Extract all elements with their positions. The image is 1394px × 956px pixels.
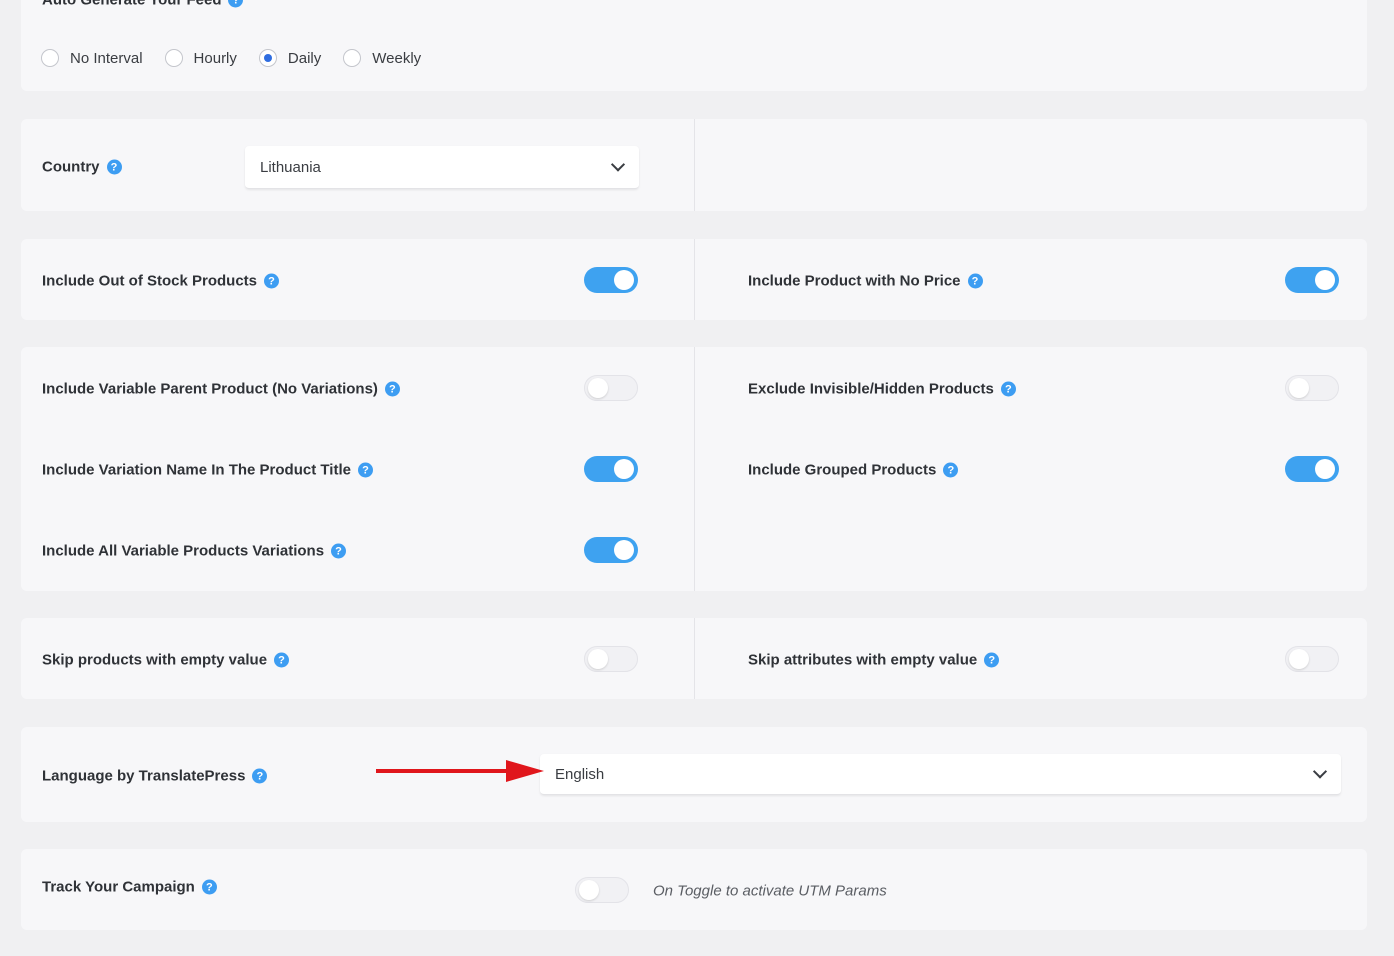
out-of-stock-toggle[interactable]	[584, 267, 638, 293]
country-card: Country ? Lithuania	[21, 119, 1367, 211]
help-icon[interactable]: ?	[384, 381, 400, 397]
skip-products-label: Skip products with empty value ?	[42, 652, 290, 669]
campaign-card: Track Your Campaign ? On Toggle to activ…	[21, 849, 1367, 930]
radio-circle[interactable]	[343, 49, 362, 67]
grouped-products-label: Include Grouped Products ?	[748, 462, 959, 479]
help-icon[interactable]: ?	[201, 879, 217, 895]
toggle-knob	[614, 459, 634, 479]
no-price-toggle[interactable]	[1285, 267, 1339, 293]
country-select[interactable]: Lithuania	[245, 146, 639, 189]
variable-parent-label: Include Variable Parent Product (No Vari…	[42, 381, 400, 398]
toggle-knob	[614, 270, 634, 290]
toggle-knob	[1289, 649, 1309, 669]
chevron-down-icon	[610, 157, 626, 172]
country-label: Country ?	[42, 159, 122, 176]
exclude-hidden-label: Exclude Invisible/Hidden Products ?	[748, 381, 1016, 398]
column-divider	[694, 119, 695, 211]
interval-radio-group: No Interval Hourly Daily Weekly	[41, 49, 443, 67]
help-icon[interactable]: ?	[967, 273, 983, 289]
radio-no-interval[interactable]: No Interval	[41, 49, 143, 67]
help-icon[interactable]: ?	[274, 652, 290, 668]
help-icon[interactable]: ?	[252, 768, 268, 784]
empty-values-card: Skip products with empty value ? Skip at…	[21, 618, 1367, 699]
track-campaign-toggle[interactable]	[575, 877, 629, 903]
exclude-hidden-toggle[interactable]	[1285, 375, 1339, 401]
toggle-knob	[1315, 459, 1335, 479]
column-divider	[694, 347, 695, 591]
radio-circle-checked[interactable]	[258, 49, 277, 67]
skip-products-toggle[interactable]	[584, 646, 638, 672]
language-label: Language by TranslatePress ?	[42, 768, 268, 785]
stock-price-card: Include Out of Stock Products ? Include …	[21, 239, 1367, 320]
help-icon[interactable]: ?	[264, 273, 280, 289]
language-card: Language by TranslatePress ? English	[21, 727, 1367, 822]
variable-parent-toggle[interactable]	[584, 375, 638, 401]
help-icon[interactable]: ?	[984, 652, 1000, 668]
toggle-knob	[588, 378, 608, 398]
toggle-knob	[1289, 378, 1309, 398]
grouped-products-toggle[interactable]	[1285, 456, 1339, 482]
radio-hourly[interactable]: Hourly	[164, 49, 237, 67]
column-divider	[694, 618, 695, 699]
help-icon[interactable]: ?	[357, 462, 373, 478]
toggle-knob	[614, 540, 634, 560]
toggle-knob	[1315, 270, 1335, 290]
language-select[interactable]: English	[540, 754, 1341, 795]
out-of-stock-label: Include Out of Stock Products ?	[42, 273, 280, 290]
help-icon[interactable]: ?	[943, 462, 959, 478]
radio-circle[interactable]	[41, 49, 59, 67]
auto-generate-card: Auto Generate Your Feed ? No Interval Ho…	[21, 0, 1367, 91]
country-select-value: Lithuania	[260, 158, 321, 176]
variation-name-label: Include Variation Name In The Product Ti…	[42, 462, 373, 479]
all-variations-label: Include All Variable Products Variations…	[42, 543, 347, 560]
variation-name-toggle[interactable]	[584, 456, 638, 482]
auto-generate-label: Auto Generate Your Feed ?	[42, 0, 244, 9]
help-icon[interactable]: ?	[106, 159, 122, 175]
all-variations-toggle[interactable]	[584, 537, 638, 563]
help-icon[interactable]: ?	[331, 543, 347, 559]
radio-daily[interactable]: Daily	[258, 49, 321, 67]
radio-circle[interactable]	[164, 49, 183, 67]
utm-hint-text: On Toggle to activate UTM Params	[653, 882, 887, 900]
skip-attributes-toggle[interactable]	[1285, 646, 1339, 672]
help-icon[interactable]: ?	[228, 0, 244, 8]
toggle-knob	[588, 649, 608, 669]
variations-card: Include Variable Parent Product (No Vari…	[21, 347, 1367, 591]
toggle-knob	[579, 880, 599, 900]
radio-weekly[interactable]: Weekly	[343, 49, 421, 67]
help-icon[interactable]: ?	[1000, 381, 1016, 397]
column-divider	[694, 239, 695, 320]
no-price-label: Include Product with No Price ?	[748, 273, 983, 290]
chevron-down-icon	[1312, 764, 1328, 779]
track-campaign-label: Track Your Campaign ?	[42, 879, 217, 896]
skip-attributes-label: Skip attributes with empty value ?	[748, 652, 1000, 669]
language-select-value: English	[555, 765, 605, 783]
red-arrow-annotation	[376, 760, 544, 782]
